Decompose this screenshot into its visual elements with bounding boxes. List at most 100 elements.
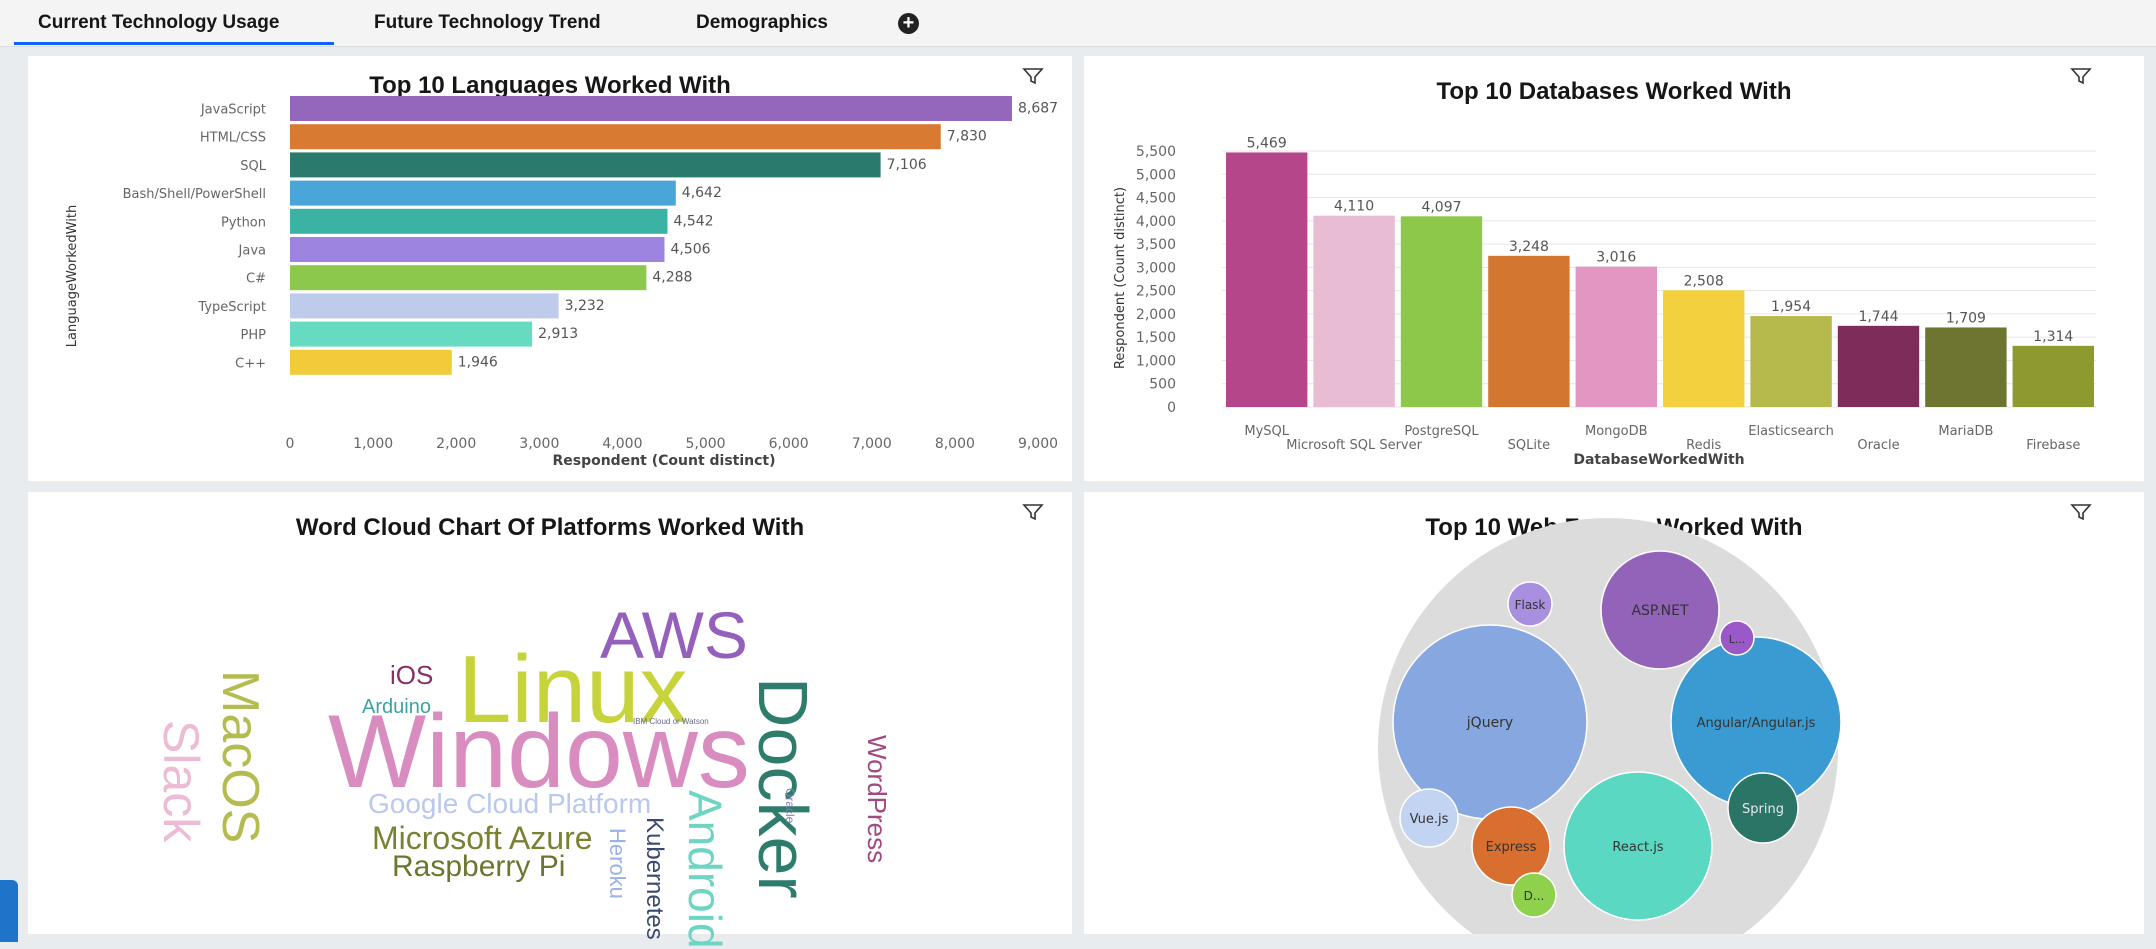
databases-bar-chart: 0 500 1,000 1,500 2,000 2,500 3,000 3,500 4,000 4… bbox=[1113, 135, 2096, 468]
bar bbox=[2012, 345, 2094, 407]
x-tick-label: Oracle bbox=[1857, 438, 1899, 453]
y-tick-label: 5,500 bbox=[1136, 144, 1176, 160]
word-cloud-word: Oracle bbox=[783, 788, 797, 824]
data-label: 1,744 bbox=[1858, 309, 1898, 325]
word-cloud-word: Google Cloud Platform bbox=[368, 788, 652, 819]
data-label: 4,288 bbox=[652, 270, 692, 286]
y-tick-label: 2,000 bbox=[1136, 307, 1176, 323]
bubble-label: Flask bbox=[1515, 598, 1546, 612]
y-tick-label: 4,000 bbox=[1136, 214, 1176, 230]
bubble-label: Spring bbox=[1742, 802, 1784, 817]
plus-circle-icon[interactable]: + bbox=[898, 13, 919, 34]
bubble-label: Vue.js bbox=[1410, 812, 1449, 827]
active-tab-indicator bbox=[14, 42, 334, 45]
x-tick-label: PostgreSQL bbox=[1404, 424, 1479, 439]
bar bbox=[1663, 290, 1745, 407]
y-tick-label: TypeScript bbox=[197, 300, 266, 315]
bar bbox=[290, 349, 452, 375]
x-tick-label: MongoDB bbox=[1585, 424, 1648, 439]
word-cloud-word: Slack bbox=[153, 720, 209, 843]
bar bbox=[290, 321, 533, 347]
bar bbox=[290, 152, 881, 178]
x-tick-label: 6,000 bbox=[769, 436, 809, 452]
bar bbox=[290, 96, 1012, 121]
data-label: 4,110 bbox=[1334, 199, 1374, 215]
bar bbox=[290, 265, 647, 291]
x-tick-label: 4,000 bbox=[602, 436, 642, 452]
bar bbox=[1313, 215, 1395, 407]
data-label: 1,709 bbox=[1946, 310, 1986, 326]
data-label: 2,913 bbox=[538, 326, 578, 342]
x-tick-label: 8,000 bbox=[935, 436, 975, 452]
tab-current-technology-usage[interactable]: Current Technology Usage bbox=[38, 0, 279, 46]
y-tick-label: Java bbox=[238, 244, 266, 259]
bar bbox=[290, 293, 559, 319]
y-tick-label: 500 bbox=[1149, 377, 1176, 393]
bar bbox=[290, 237, 665, 262]
bar bbox=[1488, 255, 1570, 407]
bar bbox=[1400, 216, 1483, 407]
word-cloud-word: IBM Cloud or Watson bbox=[633, 717, 709, 726]
bar bbox=[1837, 325, 1920, 407]
y-tick-label: 0 bbox=[1167, 400, 1176, 416]
data-label: 7,106 bbox=[887, 157, 927, 173]
word-cloud-word: AWS bbox=[600, 598, 748, 672]
languages-panel: Top 10 Languages Worked With JavaScript 8… bbox=[28, 56, 1072, 481]
y-tick-label: PHP bbox=[241, 328, 267, 343]
filter-icon[interactable] bbox=[1022, 502, 1044, 522]
bubble-label: D... bbox=[1524, 889, 1545, 903]
x-tick-label: SQLite bbox=[1508, 438, 1550, 453]
y-tick-label: JavaScript bbox=[200, 103, 266, 118]
x-tick-label: 5,000 bbox=[686, 436, 726, 452]
dashboard-tab-bar: Current Technology Usage Future Technolo… bbox=[0, 0, 2156, 47]
word-cloud-word: MacOS bbox=[211, 670, 269, 844]
x-tick-label: 3,000 bbox=[519, 436, 559, 452]
bar bbox=[1750, 316, 1832, 407]
word-cloud-word: Raspberry Pi bbox=[392, 850, 566, 883]
x-tick-label: MySQL bbox=[1244, 424, 1289, 439]
x-tick-label: 7,000 bbox=[852, 436, 892, 452]
word-cloud-word: iOS bbox=[390, 660, 434, 690]
bar bbox=[290, 124, 941, 150]
data-label: 4,506 bbox=[670, 242, 710, 258]
data-label: 8,687 bbox=[1018, 101, 1058, 117]
bubble-label: ASP.NET bbox=[1631, 603, 1688, 619]
x-tick-label: Firebase bbox=[2026, 438, 2080, 453]
bar bbox=[290, 208, 668, 234]
data-label: 1,314 bbox=[2033, 329, 2073, 345]
x-tick-label: Microsoft SQL Server bbox=[1286, 438, 1422, 453]
x-tick-label: Elasticsearch bbox=[1748, 424, 1834, 439]
x-tick-label: 2,000 bbox=[436, 436, 476, 452]
bubble-label: React.js bbox=[1612, 840, 1663, 855]
y-tick-label: HTML/CSS bbox=[200, 131, 266, 146]
tab-demographics[interactable]: Demographics bbox=[696, 0, 828, 46]
tab-future-technology-trend[interactable]: Future Technology Trend bbox=[374, 0, 601, 46]
word-cloud-word: WordPress bbox=[862, 735, 892, 864]
y-tick-label: 4,500 bbox=[1136, 191, 1176, 207]
data-label: 2,508 bbox=[1684, 273, 1724, 289]
y-tick-label: 1,000 bbox=[1136, 353, 1176, 369]
data-label: 1,954 bbox=[1771, 299, 1811, 315]
x-axis-title: Respondent (Count distinct) bbox=[552, 453, 775, 469]
x-tick-label: 9,000 bbox=[1018, 436, 1058, 452]
y-tick-label: C# bbox=[246, 272, 266, 287]
side-accent bbox=[0, 880, 18, 942]
webframes-panel: Top 10 Web Frames Worked With jQueryASP.… bbox=[1084, 492, 2144, 934]
y-tick-label: SQL bbox=[240, 159, 266, 174]
y-tick-label: 5,000 bbox=[1136, 167, 1176, 183]
data-label: 3,248 bbox=[1509, 239, 1549, 255]
x-tick-label: Redis bbox=[1686, 438, 1721, 453]
data-label: 5,469 bbox=[1247, 135, 1287, 151]
word-cloud-word: Kubernetes bbox=[641, 817, 668, 940]
data-label: 1,946 bbox=[458, 354, 498, 370]
y-tick-label: 2,500 bbox=[1136, 284, 1176, 300]
languages-bar-chart: JavaScript 8,687 HTML/CSS 7,830 SQL 7,106 Bash… bbox=[65, 96, 1058, 469]
y-tick-label: Python bbox=[221, 215, 266, 230]
bar bbox=[1226, 152, 1308, 407]
word-cloud-word: Android bbox=[679, 790, 731, 949]
data-label: 4,642 bbox=[682, 185, 722, 201]
x-tick-label: MariaDB bbox=[1938, 424, 1993, 439]
y-tick-label: 3,500 bbox=[1136, 237, 1176, 253]
data-label: 7,830 bbox=[947, 129, 987, 145]
data-label: 4,097 bbox=[1421, 199, 1461, 215]
